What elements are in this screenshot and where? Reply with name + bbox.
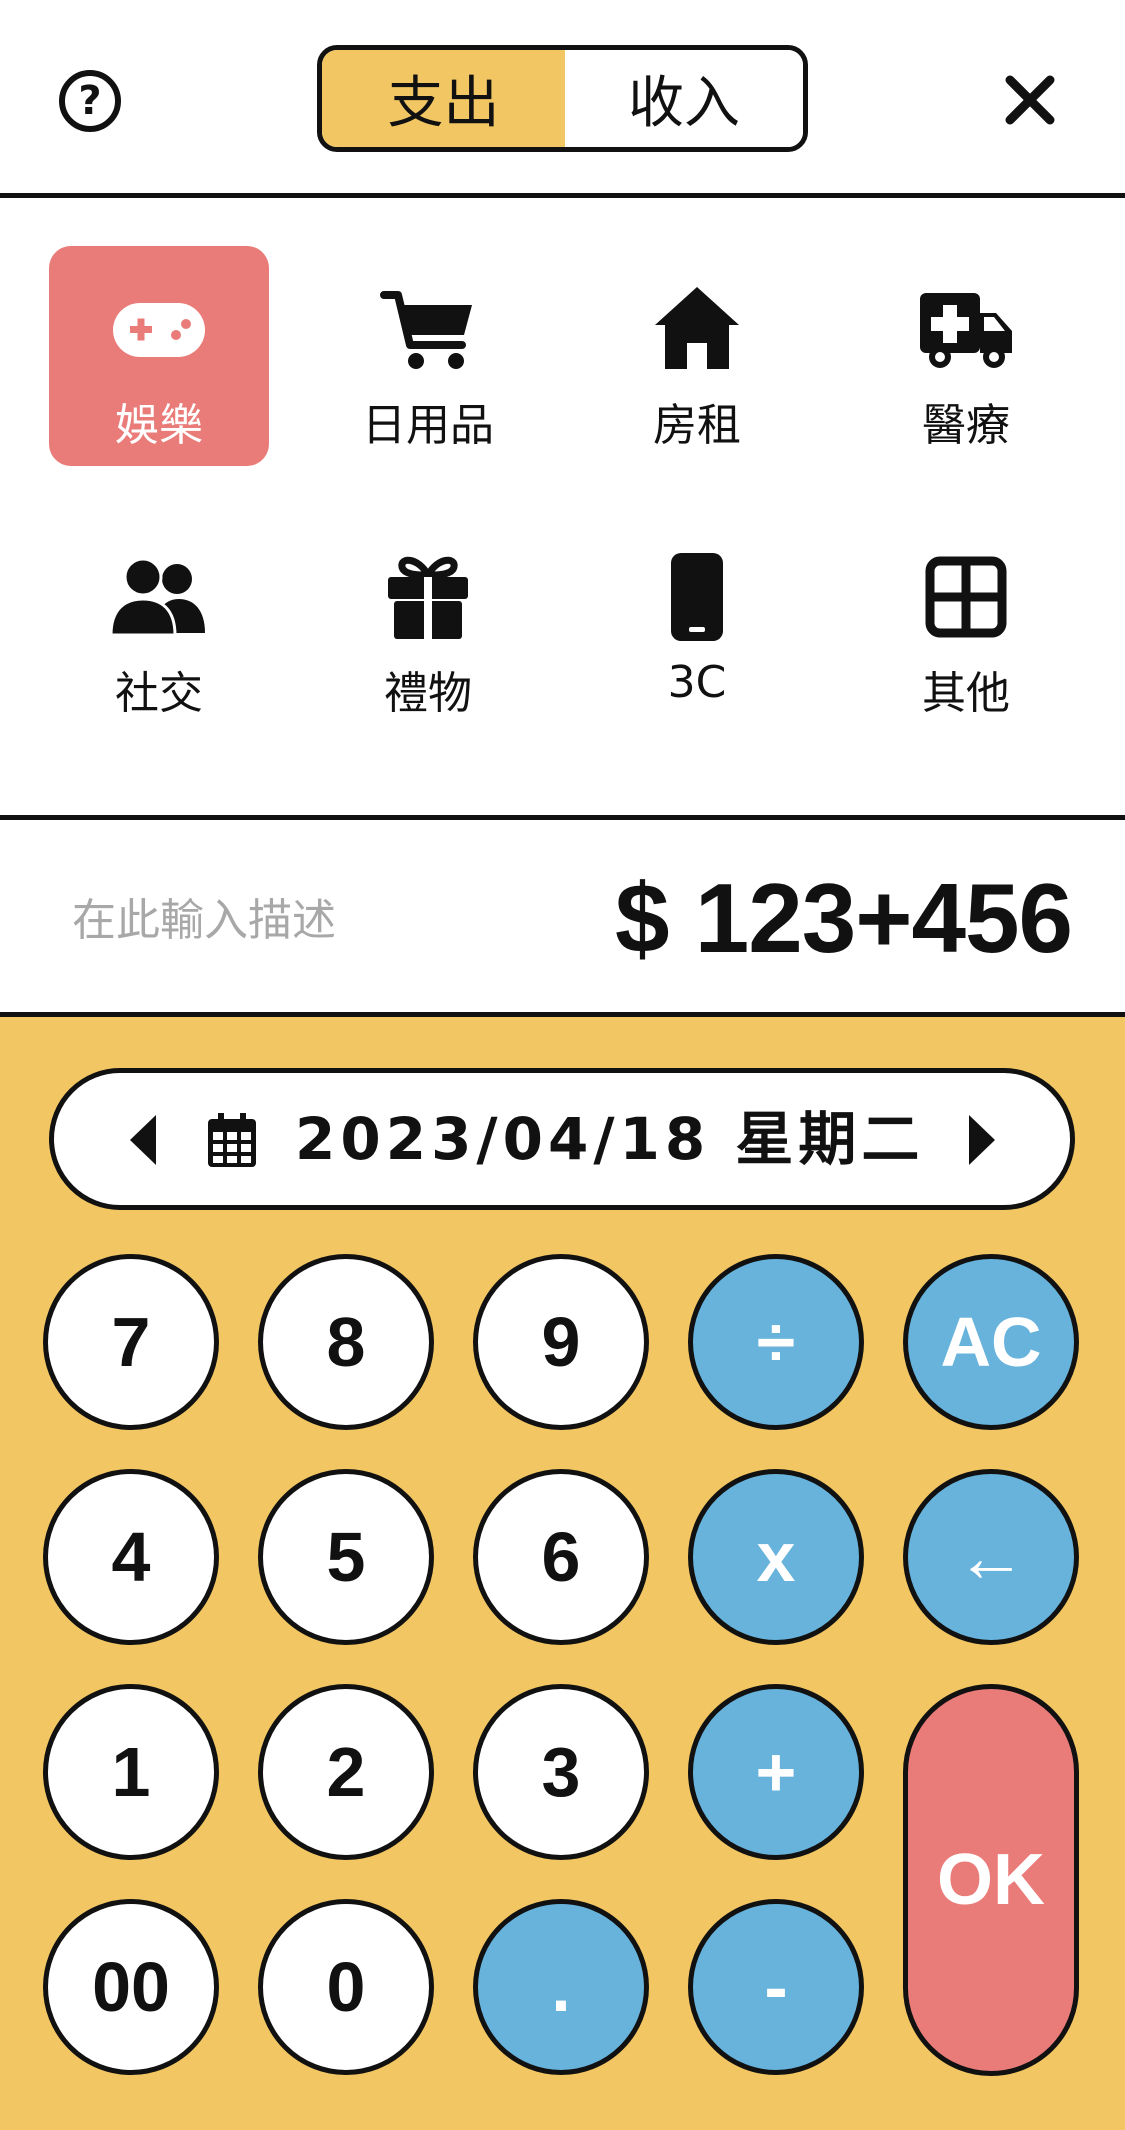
category-daily-goods[interactable]: 日用品 — [318, 246, 538, 466]
close-icon — [1005, 75, 1055, 125]
category-other[interactable]: 其他 — [856, 514, 1076, 734]
key-divide[interactable]: ÷ — [688, 1254, 864, 1430]
amount-display: $ 123+456 — [615, 863, 1073, 973]
key-minus[interactable]: - — [688, 1899, 864, 2075]
help-button[interactable]: ? — [59, 70, 121, 132]
entry-row: 在此輸入描述 $ 123+456 — [0, 822, 1125, 1012]
key-8[interactable]: 8 — [258, 1254, 434, 1430]
category-label: 社交 — [115, 668, 203, 719]
caret-right-icon[interactable] — [965, 1113, 999, 1167]
category-label: 房租 — [653, 400, 741, 451]
key-1[interactable]: 1 — [43, 1684, 219, 1860]
key-9[interactable]: 9 — [473, 1254, 649, 1430]
date-text: 2023/04/18 星期二 — [295, 1105, 925, 1173]
description-input[interactable]: 在此輸入描述 — [72, 884, 336, 948]
header-divider — [0, 193, 1125, 198]
grid-icon — [916, 547, 1016, 647]
gift-icon — [378, 547, 478, 647]
question-circle-icon: ? — [78, 78, 102, 124]
cart-icon — [378, 279, 478, 379]
category-label: 其他 — [922, 668, 1010, 719]
key-5[interactable]: 5 — [258, 1469, 434, 1645]
category-entertainment[interactable]: 娛樂 — [49, 246, 269, 466]
header: ? 支出 收入 — [0, 0, 1125, 193]
category-gift[interactable]: 禮物 — [318, 514, 538, 734]
close-button[interactable] — [1000, 70, 1060, 130]
category-3c[interactable]: 3C — [587, 514, 807, 734]
key-6[interactable]: 6 — [473, 1469, 649, 1645]
category-label: 禮物 — [384, 668, 472, 719]
users-icon — [109, 547, 209, 647]
key-decimal[interactable]: . — [473, 1899, 649, 2075]
key-plus[interactable]: + — [688, 1684, 864, 1860]
caret-left-icon[interactable] — [126, 1113, 160, 1167]
key-2[interactable]: 2 — [258, 1684, 434, 1860]
key-0[interactable]: 0 — [258, 1899, 434, 2075]
key-backspace[interactable]: ← — [903, 1469, 1079, 1645]
tab-expense[interactable]: 支出 — [322, 50, 565, 147]
ambulance-icon — [916, 279, 1016, 379]
ok-button[interactable]: OK — [903, 1684, 1079, 2076]
calendar-icon — [208, 1113, 256, 1167]
phone-icon — [647, 547, 747, 647]
category-medical[interactable]: 醫療 — [856, 246, 1076, 466]
category-label: 娛樂 — [115, 400, 203, 451]
key-multiply[interactable]: x — [688, 1469, 864, 1645]
gamepad-icon — [109, 279, 209, 379]
category-social[interactable]: 社交 — [49, 514, 269, 734]
category-divider — [0, 815, 1125, 820]
key-4[interactable]: 4 — [43, 1469, 219, 1645]
category-label: 3C — [667, 657, 727, 708]
key-3[interactable]: 3 — [473, 1684, 649, 1860]
key-7[interactable]: 7 — [43, 1254, 219, 1430]
home-icon — [647, 279, 747, 379]
category-label: 日用品 — [362, 400, 494, 451]
category-label: 醫療 — [922, 400, 1010, 451]
category-rent[interactable]: 房租 — [587, 246, 807, 466]
type-toggle: 支出 收入 — [317, 45, 808, 152]
tab-income[interactable]: 收入 — [565, 50, 803, 147]
date-selector[interactable]: 2023/04/18 星期二 — [49, 1068, 1075, 1210]
key-clear-all[interactable]: AC — [903, 1254, 1079, 1430]
key-00[interactable]: 00 — [43, 1899, 219, 2075]
